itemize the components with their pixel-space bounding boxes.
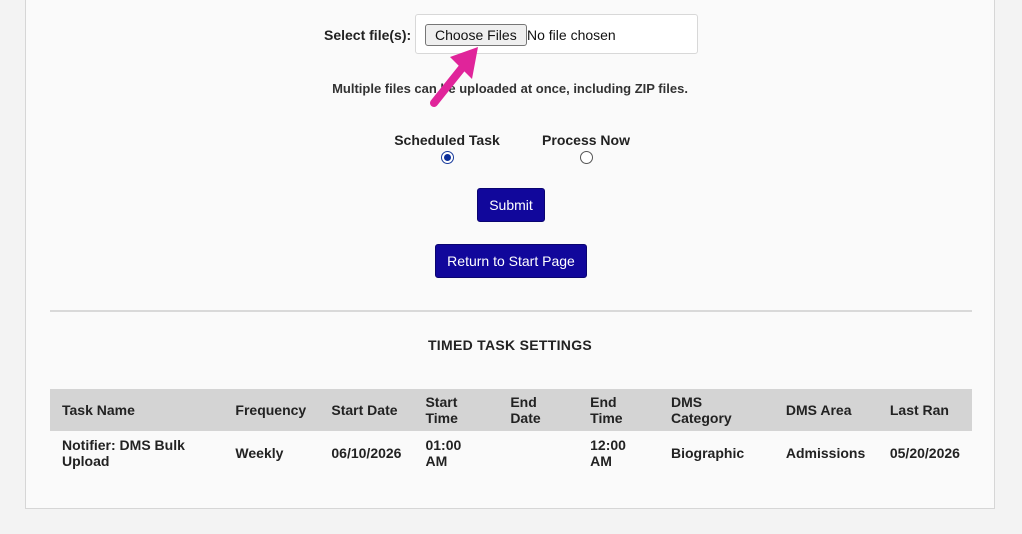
upload-panel: Select file(s): Choose Files No file cho… <box>25 0 995 509</box>
cell-start-time: 01:00 AM <box>425 437 462 469</box>
header-start-time: Start Time <box>413 389 499 431</box>
cell-dms-category: Biographic <box>671 445 745 461</box>
return-to-start-button[interactable]: Return to Start Page <box>435 244 587 278</box>
upload-hint: Multiple files can be uploaded at once, … <box>332 81 688 96</box>
cell-frequency: Weekly <box>235 445 284 461</box>
scheduled-task-label: Scheduled Task <box>394 132 500 148</box>
radio-scheduled-task[interactable]: Scheduled Task <box>394 132 500 167</box>
header-last-ran: Last Ran <box>877 389 972 431</box>
table-header-row: Task Name Frequency Start Date Start Tim… <box>50 389 972 431</box>
header-end-time: End Time <box>578 389 659 431</box>
annotation-arrow-icon <box>430 47 478 107</box>
no-file-chosen-text: No file chosen <box>527 27 616 43</box>
section-divider <box>50 310 972 312</box>
process-now-label: Process Now <box>542 132 630 148</box>
cell-task-name: Notifier: DMS Bulk Upload <box>62 437 185 469</box>
cell-start-date: 06/10/2026 <box>331 445 402 461</box>
timed-task-settings-title: TIMED TASK SETTINGS <box>427 337 593 353</box>
cell-dms-area: Admissions <box>785 445 866 461</box>
process-now-radio[interactable] <box>579 151 593 164</box>
header-frequency: Frequency <box>223 389 320 431</box>
table-row: Notifier: DMS Bulk Upload Weekly 06/10/2… <box>50 431 972 475</box>
header-start-date: Start Date <box>319 389 414 431</box>
choose-files-button[interactable]: Choose Files <box>425 24 527 46</box>
header-dms-category: DMS Category <box>659 389 774 431</box>
header-end-date: End Date <box>498 389 579 431</box>
timed-tasks-table: Task Name Frequency Start Date Start Tim… <box>50 389 972 475</box>
header-task-name: Task Name <box>50 389 224 431</box>
scheduled-task-radio[interactable] <box>440 151 454 164</box>
submit-button[interactable]: Submit <box>477 188 545 222</box>
cell-last-ran: 05/20/2026 <box>889 445 960 461</box>
cell-end-time: 12:00 AM <box>590 437 626 469</box>
radio-process-now[interactable]: Process Now <box>536 132 636 167</box>
cell-end-date <box>498 431 578 475</box>
header-dms-area: DMS Area <box>773 389 878 431</box>
